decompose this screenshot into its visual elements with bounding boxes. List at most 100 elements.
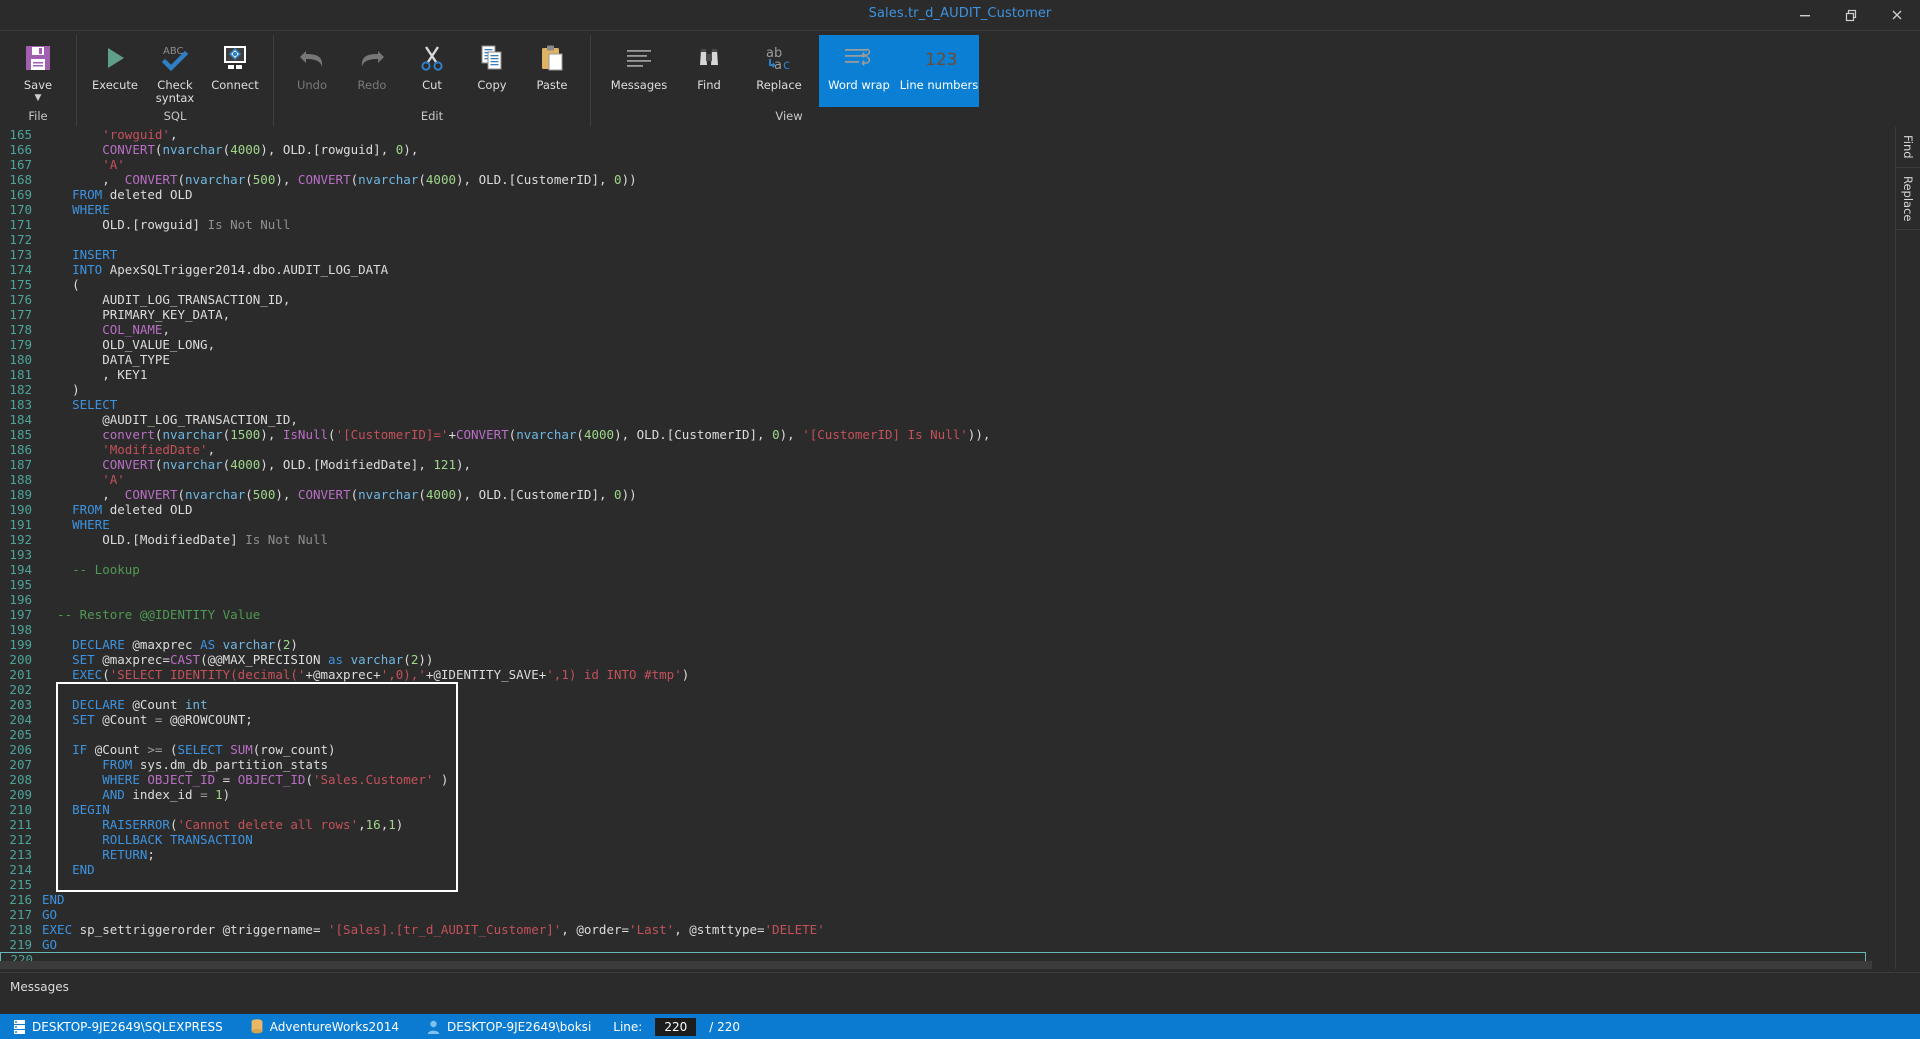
code-line[interactable]: 190 FROM deleted OLD [0,502,1872,517]
code-line[interactable]: 177 PRIMARY_KEY_DATA, [0,307,1872,322]
tab-find[interactable]: Find [1896,127,1920,168]
code-line[interactable]: 203 DECLARE @Count int [0,697,1872,712]
code-token: nvarchar [162,142,223,157]
code-line[interactable]: 189 , CONVERT(nvarchar(500), CONVERT(nva… [0,487,1872,502]
undo-button[interactable]: Undo [282,35,342,107]
close-button[interactable] [1874,0,1920,30]
line-number: 185 [9,427,32,442]
code-line[interactable]: 172 [0,232,1872,247]
line-number: 173 [9,247,32,262]
code-line[interactable]: 210 BEGIN [0,802,1872,817]
code-line[interactable]: 181 , KEY1 [0,367,1872,382]
code-line[interactable]: 169 FROM deleted OLD [0,187,1872,202]
code-line[interactable]: 173 INSERT [0,247,1872,262]
replace-button[interactable]: ab a c Replace [739,35,819,107]
code-line[interactable]: 176 AUDIT_LOG_TRANSACTION_ID, [0,292,1872,307]
code-line[interactable]: 209 AND index_id = 1) [0,787,1872,802]
code-line[interactable]: 205 [0,727,1872,742]
cut-button[interactable]: Cut [402,35,462,107]
find-button[interactable]: Find [679,35,739,107]
code-line[interactable]: 168 , CONVERT(nvarchar(500), CONVERT(nva… [0,172,1872,187]
messages-button[interactable]: Messages [599,35,679,107]
save-dropdown-caret-icon[interactable]: ▼ [35,94,42,103]
check-syntax-button[interactable]: ABC Check syntax [145,35,205,107]
code-line[interactable]: 170 WHERE [0,202,1872,217]
code-line[interactable]: 198 [0,622,1872,637]
code-line[interactable]: 185 convert(nvarchar(1500), IsNull('[Cus… [0,427,1872,442]
code-line[interactable]: 192 OLD.[ModifiedDate] Is Not Null [0,532,1872,547]
code-line[interactable]: 193 [0,547,1872,562]
word-wrap-toggle[interactable]: Word wrap [819,35,899,107]
code-editor[interactable]: 165 'rowguid', 166 CONVERT(nvarchar(4000)… [0,127,1872,961]
code-line[interactable]: 175 ( [0,277,1872,292]
line-number: 206 [9,742,32,757]
code-token: SUM [230,742,253,757]
code-token: = [621,922,630,937]
code-token: 0 [772,427,780,442]
code-token: FROM [72,502,103,517]
code-line[interactable]: 166 CONVERT(nvarchar(4000), OLD.[rowguid… [0,142,1872,157]
code-line[interactable]: 179 OLD_VALUE_LONG, [0,337,1872,352]
code-line[interactable]: 165 'rowguid', [0,127,1872,142]
code-line[interactable]: 214 END [0,862,1872,877]
status-server[interactable]: DESKTOP-9JE2649\SQLEXPRESS [0,1014,237,1039]
replace-label: Replace [756,78,802,92]
code-line[interactable]: 201 EXEC('SELECT IDENTITY(decimal('+@max… [0,667,1872,682]
code-token: AUDIT_LOG_TRANSACTION_ID [42,292,283,307]
code-line[interactable]: 202 [0,682,1872,697]
code-line[interactable]: 218 EXEC sp_settriggerorder @triggername=… [0,922,1872,937]
code-line[interactable]: 178 COL_NAME, [0,322,1872,337]
restore-button[interactable] [1828,0,1874,30]
code-line[interactable]: 208 WHERE OBJECT_ID = OBJECT_ID('Sales.C… [0,772,1872,787]
horizontal-scrollbar[interactable] [0,961,1872,969]
tab-replace[interactable]: Replace [1896,167,1920,231]
code-line[interactable]: 219 GO [0,937,1872,952]
code-line[interactable]: 174 INTO ApexSQLTrigger2014.dbo.AUDIT_LO… [0,262,1872,277]
status-database[interactable]: AdventureWorks2014 [237,1014,413,1039]
code-line[interactable]: 213 RETURN; [0,847,1872,862]
line-number: 196 [9,592,32,607]
line-numbers-toggle[interactable]: 123 Line numbers [899,35,979,107]
connect-button[interactable]: Connect [205,35,265,107]
status-line-value[interactable]: 220 [655,1017,697,1036]
code-line[interactable]: 187 CONVERT(nvarchar(4000), OLD.[Modifie… [0,457,1872,472]
copy-button[interactable]: Copy [462,35,522,107]
code-line[interactable]: 220 [0,952,1866,961]
code-line[interactable]: 199 DECLARE @maxprec AS varchar(2) [0,637,1872,652]
code-line[interactable]: 200 SET @maxprec=CAST(@@MAX_PRECISION as… [0,652,1872,667]
code-token: (@@MAX_PRECISION [200,652,328,667]
code-line[interactable]: 171 OLD.[rowguid] Is Not Null [0,217,1872,232]
status-user[interactable]: DESKTOP-9JE2649\boksi [413,1014,605,1039]
code-line[interactable]: 215 [0,877,1872,892]
code-line[interactable]: 196 [0,592,1872,607]
code-line[interactable]: 217 GO [0,907,1872,922]
code-line[interactable]: 207 FROM sys.dm_db_partition_stats [0,757,1872,772]
code-line[interactable]: 184 @AUDIT_LOG_TRANSACTION_ID, [0,412,1872,427]
code-line[interactable]: 195 [0,577,1872,592]
code-line[interactable]: 197 -- Restore @@IDENTITY Value [0,607,1872,622]
code-token: @triggername [222,922,313,937]
paste-button[interactable]: Paste [522,35,582,107]
code-line[interactable]: 188 'A' [0,472,1872,487]
code-line[interactable]: 180 DATA_TYPE [0,352,1872,367]
code-line[interactable]: 194 -- Lookup [0,562,1872,577]
code-line[interactable]: 216 END [0,892,1872,907]
code-line[interactable]: 204 SET @Count = @@ROWCOUNT; [0,712,1872,727]
execute-button[interactable]: Execute [85,35,145,107]
code-line[interactable]: 212 ROLLBACK TRANSACTION [0,832,1872,847]
code-line[interactable]: 206 IF @Count >= (SELECT SUM(row_count) [0,742,1872,757]
code-token: BEGIN [72,802,110,817]
binoculars-icon [695,39,723,77]
code-line[interactable]: 167 'A' [0,157,1872,172]
code-token: = [757,922,765,937]
code-line[interactable]: 186 'ModifiedDate', [0,442,1872,457]
code-line[interactable]: 211 RAISERROR('Cannot delete all rows',1… [0,817,1872,832]
code-line[interactable]: 191 WHERE [0,517,1872,532]
code-line[interactable]: 182 ) [0,382,1872,397]
ribbon-group-file-label: File [28,109,48,123]
status-user-label: DESKTOP-9JE2649\boksi [446,1019,592,1034]
redo-button[interactable]: Redo [342,35,402,107]
code-line[interactable]: 183 SELECT [0,397,1872,412]
minimize-button[interactable] [1782,0,1828,30]
